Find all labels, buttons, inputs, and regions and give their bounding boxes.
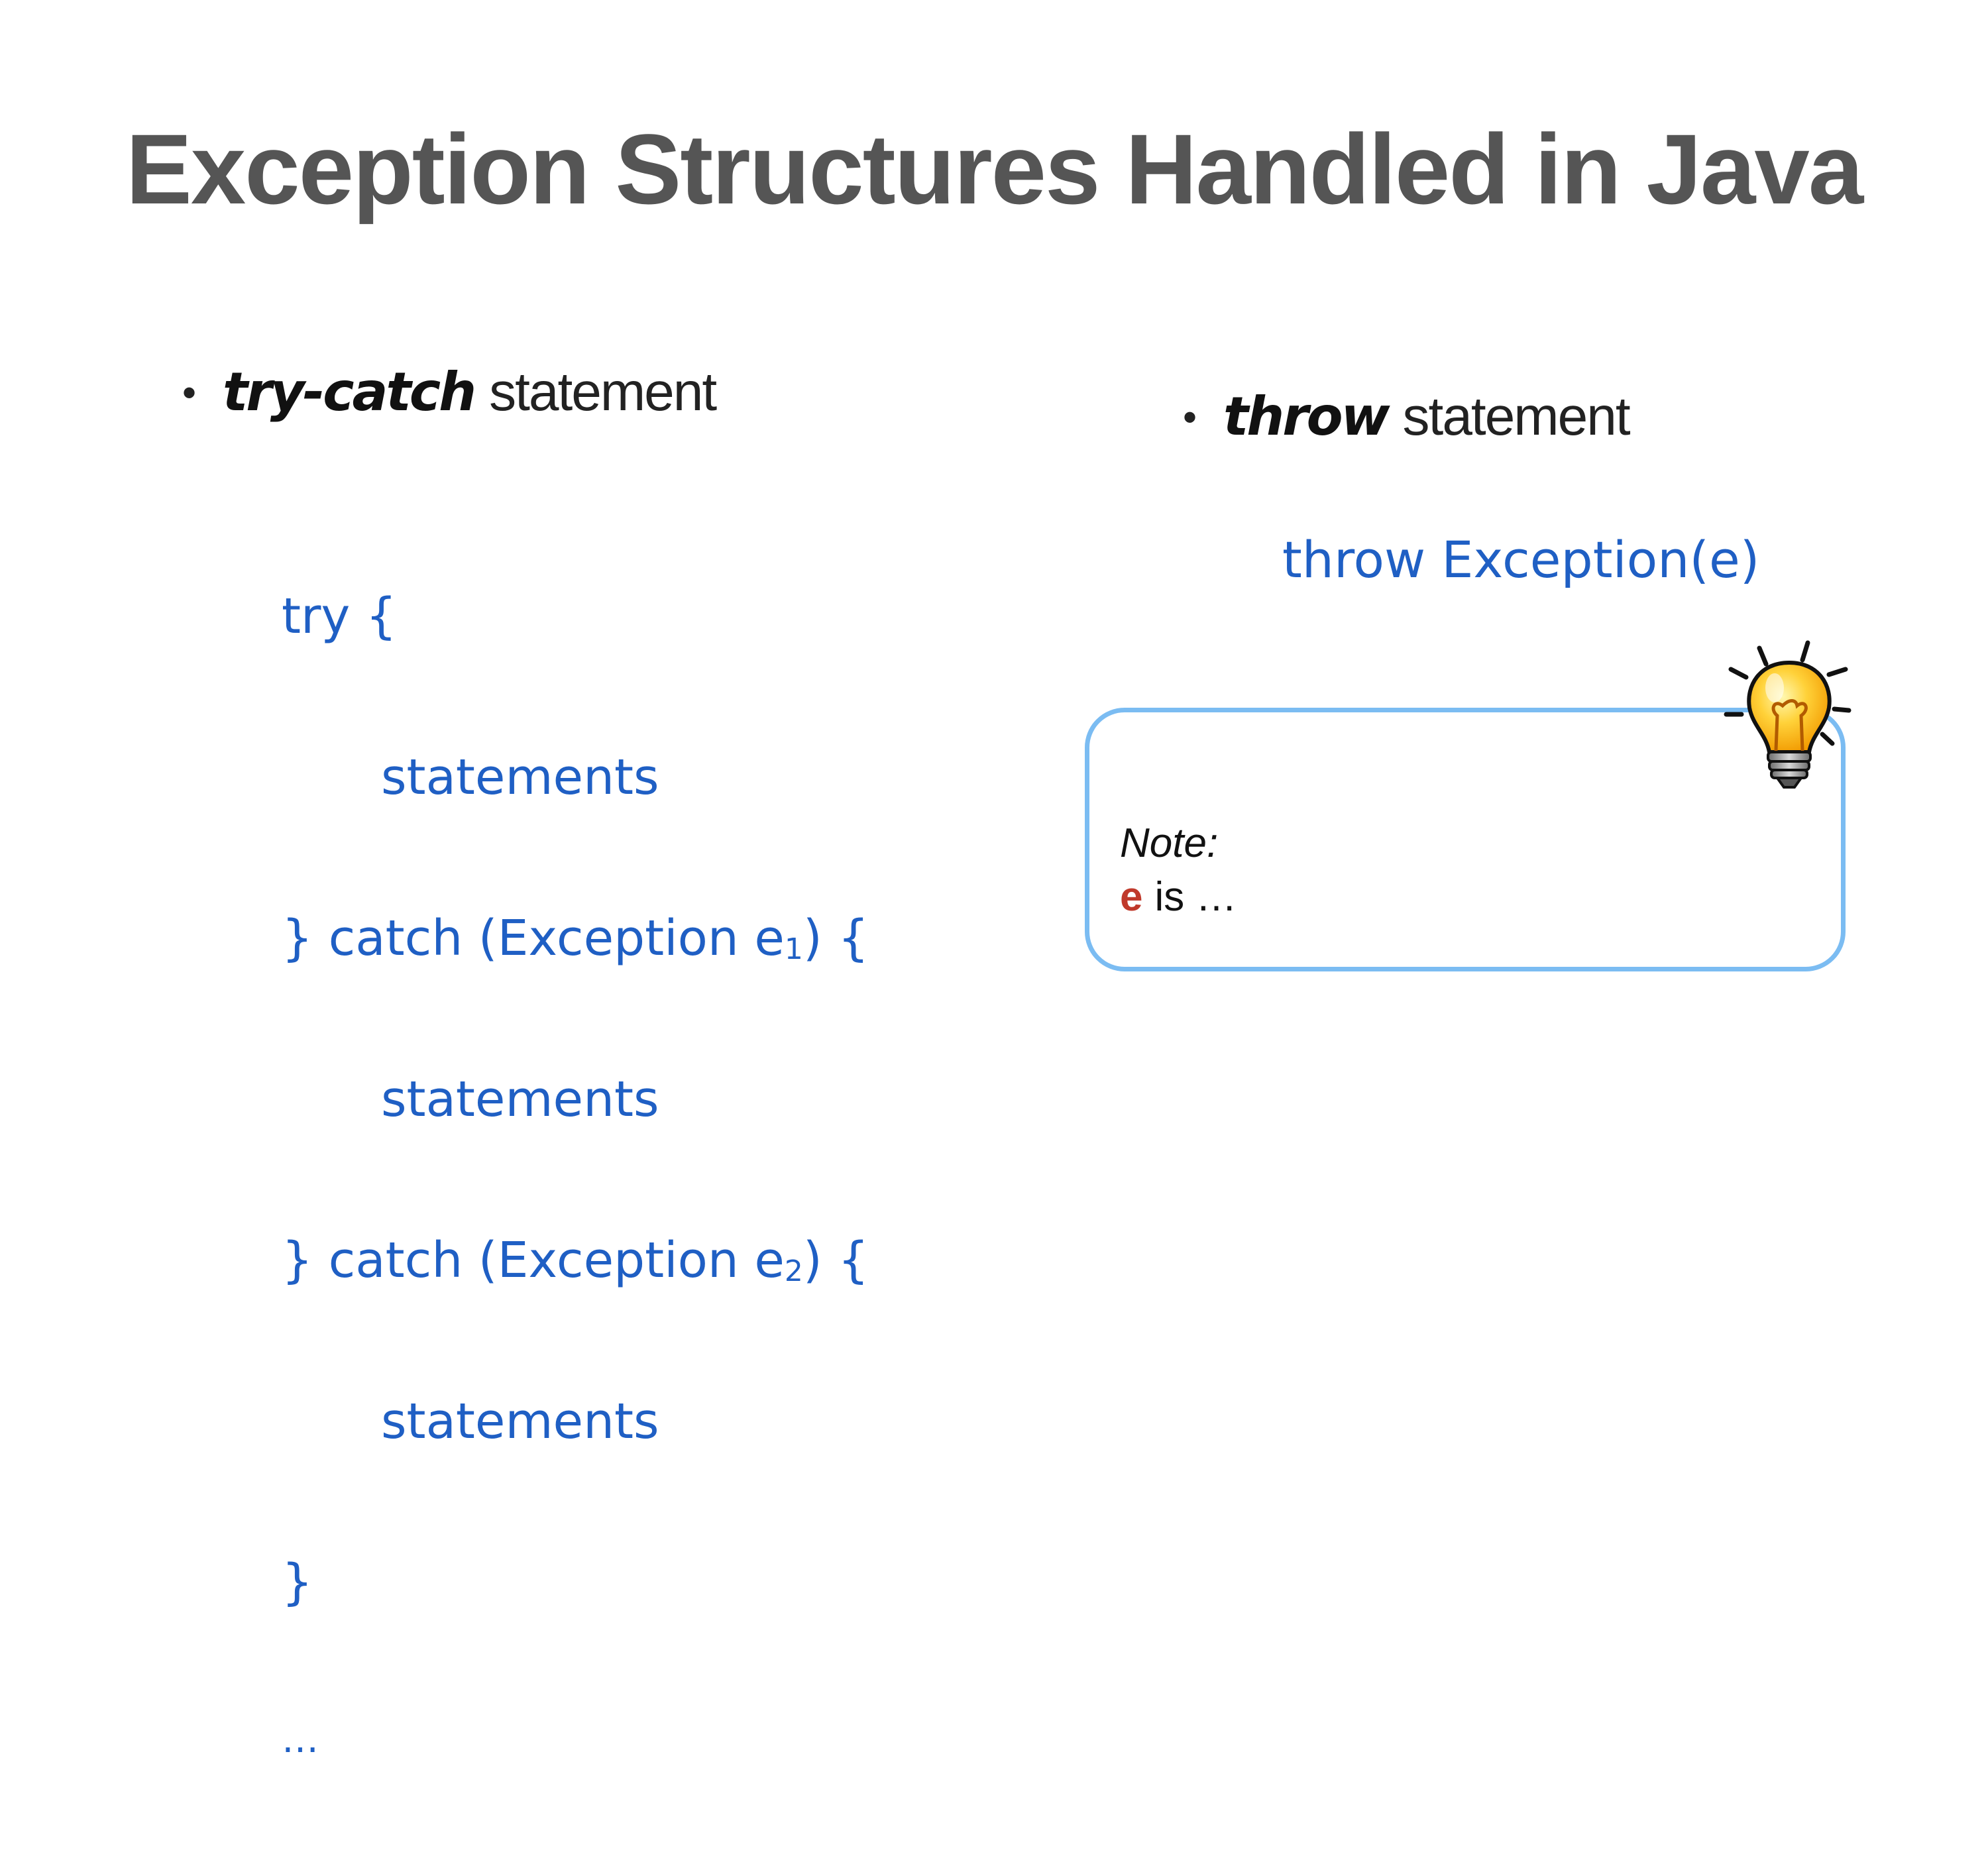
code-line: statements [381, 1393, 659, 1450]
code-text: ) { [802, 910, 869, 967]
lightbulb-icon [1724, 640, 1851, 789]
code-subscript: 1 [784, 932, 803, 966]
bullet-label: statement [1402, 386, 1631, 447]
code-text: } catch (Exception e [282, 1232, 785, 1289]
note-label: Note: [1120, 820, 1219, 866]
note-variable: e [1120, 874, 1143, 920]
code-line: } catch (Exception e2) { [282, 1232, 869, 1289]
code-line: statements [381, 1071, 659, 1128]
keyword-try-catch: try-catch [223, 361, 476, 423]
bullet-marker: • [182, 370, 197, 415]
code-text: ) { [802, 1232, 869, 1289]
slide: Exception Structures Handled in Java • t… [0, 0, 1988, 1761]
bullet-label: statement [489, 362, 717, 422]
bullet-try-catch: • try-catch statement [182, 361, 717, 423]
keyword-throw: throw [1223, 386, 1390, 447]
note-body: is … [1154, 874, 1237, 920]
code-line: try { [282, 588, 397, 645]
code-ellipsis: … [282, 1718, 319, 1761]
throw-code-line: throw Exception(e) [1282, 530, 1760, 589]
code-text: } catch (Exception e [282, 910, 785, 967]
note-text: e is … [1120, 873, 1237, 921]
code-line: } [282, 1554, 313, 1611]
bullet-throw: • throw statement [1183, 386, 1631, 448]
code-subscript: 2 [784, 1254, 803, 1288]
code-line: statements [381, 749, 659, 806]
try-catch-code-block: try { statements } catch (Exception e1) … [282, 482, 869, 1871]
code-line: } catch (Exception e1) { [282, 910, 869, 967]
slide-title: Exception Structures Handled in Java [125, 113, 1863, 225]
bullet-marker: • [1183, 395, 1197, 439]
